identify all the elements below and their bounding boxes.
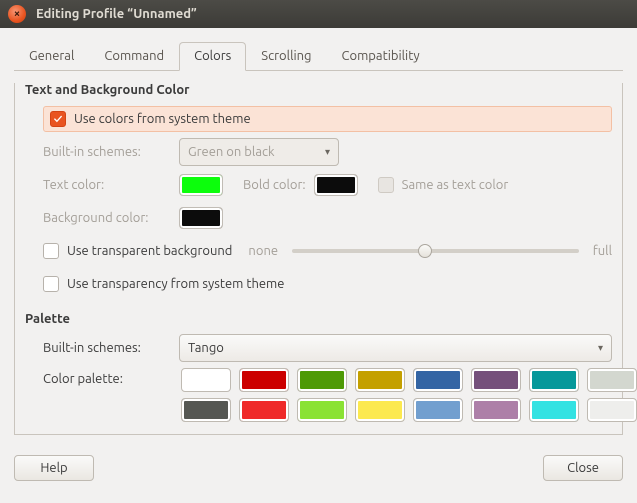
palette-swatch[interactable] (181, 398, 231, 422)
help-button[interactable]: Help (14, 455, 94, 481)
transparent-bg-label: Use transparent background (67, 244, 232, 258)
tabs: General Command Colors Scrolling Compati… (14, 42, 623, 71)
same-as-text-label: Same as text color (402, 178, 509, 192)
chevron-down-icon: ▾ (598, 342, 603, 354)
bold-color-label: Bold color: (243, 178, 306, 192)
tab-colors[interactable]: Colors (179, 42, 246, 71)
palette-swatch[interactable] (529, 368, 579, 392)
titlebar: × Editing Profile “Unnamed” (0, 0, 637, 28)
section-text-bg: Text and Background Color (25, 83, 612, 97)
palette-swatch[interactable] (413, 398, 463, 422)
same-as-text-checkbox[interactable] (378, 177, 394, 193)
text-color-label: Text color: (43, 178, 171, 192)
palette-builtin-label: Built-in schemes: (43, 341, 171, 355)
builtin-scheme-select[interactable]: Green on black ▾ (179, 138, 339, 166)
background-color-label: Background color: (43, 211, 171, 225)
system-transparency-label: Use transparency from system theme (67, 277, 284, 291)
text-color-swatch[interactable] (179, 174, 223, 196)
palette-swatch[interactable] (239, 398, 289, 422)
builtin-scheme-value: Green on black (188, 145, 275, 159)
palette-builtin-value: Tango (188, 341, 224, 355)
palette-swatch[interactable] (355, 398, 405, 422)
palette-swatch[interactable] (413, 368, 463, 392)
close-button[interactable]: Close (543, 455, 623, 481)
palette-swatch[interactable] (297, 398, 347, 422)
tab-scrolling[interactable]: Scrolling (246, 42, 326, 71)
tab-command[interactable]: Command (89, 42, 179, 71)
use-system-colors-checkbox[interactable] (50, 111, 66, 127)
transparent-bg-checkbox[interactable] (43, 243, 59, 259)
palette-swatch[interactable] (181, 368, 231, 392)
palette-swatch[interactable] (587, 368, 637, 392)
palette-builtin-select[interactable]: Tango ▾ (179, 334, 612, 362)
bold-color-swatch[interactable] (314, 174, 358, 196)
builtin-scheme-label: Built-in schemes: (43, 145, 171, 159)
color-palette-label: Color palette: (43, 368, 171, 386)
palette-swatch[interactable] (587, 398, 637, 422)
slider-min-label: none (248, 244, 278, 258)
chevron-down-icon: ▾ (325, 146, 330, 158)
palette-swatch[interactable] (529, 398, 579, 422)
section-palette: Palette (25, 312, 612, 326)
use-system-colors-label: Use colors from system theme (74, 112, 251, 126)
background-color-swatch[interactable] (179, 207, 223, 229)
window-title: Editing Profile “Unnamed” (36, 7, 197, 21)
palette-swatch[interactable] (471, 368, 521, 392)
system-transparency-checkbox[interactable] (43, 276, 59, 292)
palette-swatch[interactable] (471, 398, 521, 422)
transparency-slider[interactable] (292, 241, 579, 261)
palette-swatch[interactable] (355, 368, 405, 392)
tab-general[interactable]: General (14, 42, 89, 71)
close-icon[interactable]: × (8, 5, 26, 23)
palette-swatch[interactable] (239, 368, 289, 392)
tab-compatibility[interactable]: Compatibility (327, 42, 435, 71)
palette-swatch[interactable] (297, 368, 347, 392)
color-palette-grid (181, 368, 637, 422)
slider-max-label: full (593, 244, 612, 258)
